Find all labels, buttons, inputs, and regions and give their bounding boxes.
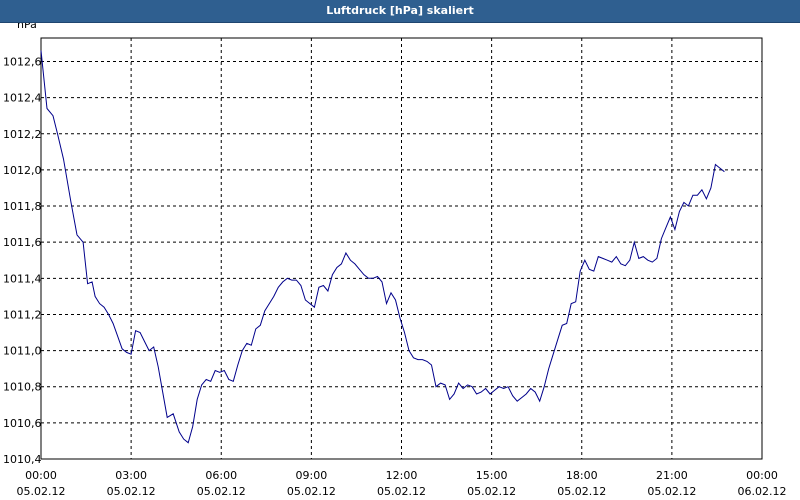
y-tick-label: 1012,2 — [3, 128, 42, 141]
y-axis-label: hPa — [17, 23, 37, 31]
chart-area: 1010,4 1010,6 1010,8 1011,0 1011,2 1011,4 1011… — [0, 23, 800, 500]
y-tick-label: 1010,8 — [3, 381, 42, 394]
x-tick-date: 05.02.12 — [107, 485, 156, 498]
x-tick-date: 05.02.12 — [197, 485, 246, 498]
x-tick-date: 05.02.12 — [467, 485, 516, 498]
y-tick-label: 1010,6 — [3, 417, 42, 430]
x-tick-time: 09:00 — [296, 469, 328, 482]
y-tick-label: 1011,4 — [3, 272, 42, 285]
chart-title: Luftdruck [hPa] skaliert — [326, 4, 474, 17]
x-tick-date: 05.02.12 — [287, 485, 336, 498]
y-tick-label: 1012,4 — [3, 92, 42, 105]
y-tick-label: 1012,6 — [3, 55, 42, 68]
y-tick-label: 1011,8 — [3, 200, 42, 213]
x-tick-time: 00:00 — [746, 469, 778, 482]
x-tick-time: 12:00 — [386, 469, 418, 482]
x-tick-date: 05.02.12 — [377, 485, 426, 498]
x-tick-date: 05.02.12 — [647, 485, 696, 498]
x-tick-time: 03:00 — [115, 469, 147, 482]
y-tick-label: 1011,2 — [3, 308, 42, 321]
x-tick-time: 18:00 — [566, 469, 598, 482]
pressure-chart: 1010,4 1010,6 1010,8 1011,0 1011,2 1011,4 1011… — [3, 23, 787, 498]
x-tick-time: 21:00 — [656, 469, 688, 482]
x-tick-time: 15:00 — [476, 469, 508, 482]
y-tick-label: 1012,0 — [3, 164, 42, 177]
x-tick-date: 06.02.12 — [738, 485, 787, 498]
chart-title-bar: Luftdruck [hPa] skaliert — [0, 0, 800, 23]
x-tick-time: 00:00 — [25, 469, 57, 482]
x-tick-time: 06:00 — [205, 469, 237, 482]
y-tick-label: 1011,0 — [3, 345, 42, 358]
x-tick-date: 05.02.12 — [557, 485, 606, 498]
x-tick-date: 05.02.12 — [17, 485, 66, 498]
y-tick-label: 1011,6 — [3, 236, 42, 249]
y-tick-label: 1010,4 — [3, 453, 42, 466]
